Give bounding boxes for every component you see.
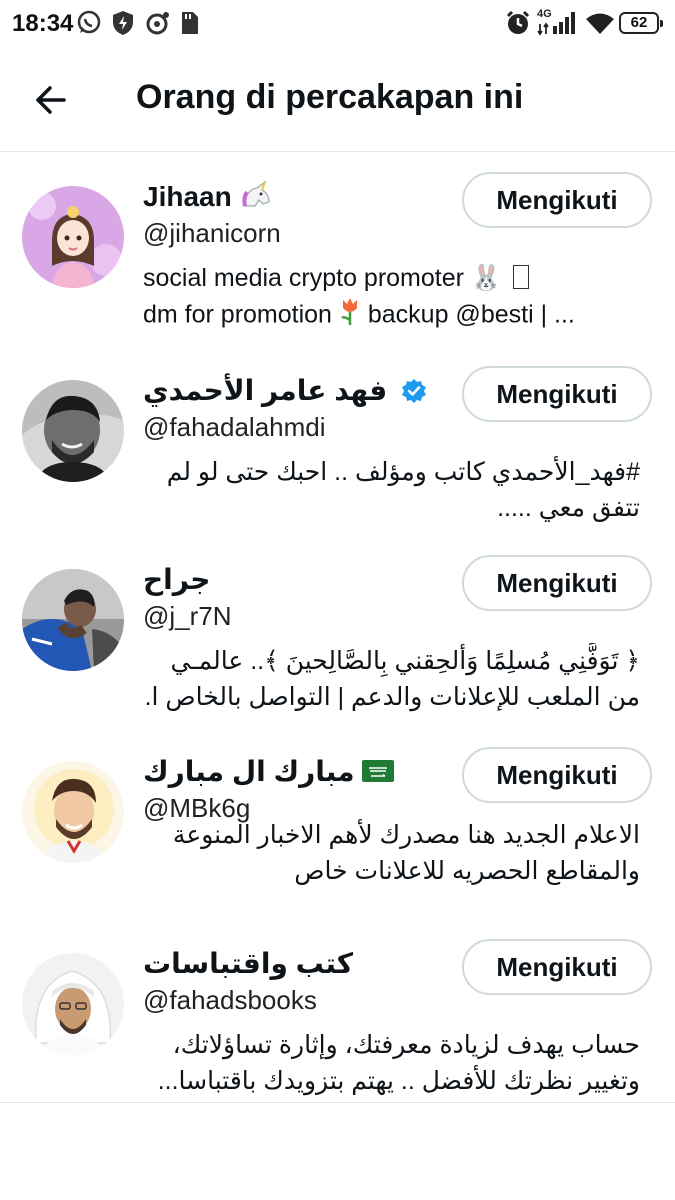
user-handle: @j_r7N [143,601,232,631]
user-name: مبارك ال مبارك [143,755,395,790]
camera-icon [145,10,171,41]
rabbit-emoji-icon: 🐰 [470,264,503,292]
back-button[interactable] [30,80,74,120]
status-bar: 18:34 4G 62 [0,0,675,48]
user-bio: حساب يهدف لزيادة معرفتك، وإثارة تساؤلاتك… [143,1027,640,1099]
avatar[interactable] [22,186,124,288]
following-button[interactable]: Mengikuti [462,555,652,611]
following-button[interactable]: Mengikuti [462,172,652,228]
saudi-flag-emoji-icon [362,758,395,790]
user-name-text: Jihaan [143,180,232,212]
bio-line: social media crypto promoter [143,264,464,292]
wifi-icon [585,12,615,41]
user-name: جراح [143,564,211,595]
network-type: 4G [537,8,552,20]
user-bio: ﴿ تَوَفَّنِي مُسلِمًا وَأَلحِقني بِالصَّ… [143,643,640,715]
user-row[interactable]: جراح @j_r7N ﴿ تَوَفَّنِي مُسلِمًا وَأَلح… [0,553,675,743]
user-bio: social media crypto promoter 🐰 dm for pr… [143,260,643,336]
status-time: 18:34 [12,10,74,37]
following-button[interactable]: Mengikuti [462,747,652,803]
verified-badge-icon [401,378,427,411]
user-name: فهد عامر الأحمدي [143,374,427,411]
user-bio: الاعلام الجديد هنا مصدرك لأهم الاخبار ال… [143,817,640,889]
user-name: Jihaan [143,180,273,217]
avatar[interactable] [22,569,124,671]
signal-icon: 4G [537,8,579,41]
following-button[interactable]: Mengikuti [462,939,652,995]
tulip-emoji-icon [339,296,361,336]
bio-line: وتغيير نظرتك للأفضل .. يهتم بتزويدك باقت… [157,1067,640,1095]
bio-line: الاعلام الجديد هنا مصدرك لأهم الاخبار ال… [172,821,640,849]
bio-line: ﴿ تَوَفَّنِي مُسلِمًا وَأَلحِقني بِالصَّ… [170,647,641,675]
user-bio: #فهد_الأحمدي كاتب ومؤلف .. احبك حتى لو ل… [143,454,640,526]
missing-glyph-icon [513,265,530,289]
battery-icon: 62 [619,12,663,34]
bio-line: من الملعب للإعلانات والدعم | التواصل بال… [143,683,640,711]
page-title: Orang di percakapan ini [136,78,524,116]
alarm-icon [505,10,531,41]
user-name: كتب واقتباسات [143,948,354,979]
bio-line: حساب يهدف لزيادة معرفتك، وإثارة تساؤلاتك… [172,1031,640,1059]
bio-line: backup @besti | ... [367,300,575,329]
whatsapp-icon [76,10,102,41]
shield-icon [111,10,135,41]
following-button[interactable]: Mengikuti [462,366,652,422]
battery-level: 62 [630,14,648,31]
user-row[interactable]: فهد عامر الأحمدي @fahadalahmdi #فهد_الأح… [0,364,675,554]
bio-line: #فهد_الأحمدي كاتب ومؤلف .. احبك حتى لو ل… [166,458,640,486]
user-row[interactable]: كتب واقتباسات @fahadsbooks حساب يهدف لزي… [0,937,675,1127]
bio-line: تتفق معي ..... [497,494,640,522]
user-name-text: مبارك ال مبارك [143,756,355,787]
arrow-left-icon [36,86,66,114]
bio-line: والمقاطع الحصريه للاعلانات خاص [294,857,640,885]
user-row[interactable]: Jihaan @jihanicorn social media crypto p… [0,170,675,360]
unicorn-emoji-icon [239,180,273,217]
bio-line: dm for promotion [143,300,332,329]
user-handle: @fahadsbooks [143,985,317,1015]
user-row[interactable]: مبارك ال مبارك @MBk6g الاعلام الجديد هنا… [0,745,675,935]
user-handle: @jihanicorn [143,218,281,248]
list-end-divider [0,1102,675,1103]
avatar[interactable] [22,953,124,1055]
sd-card-icon [180,10,200,41]
avatar[interactable] [22,761,124,863]
user-handle: @fahadalahmdi [143,412,326,442]
avatar[interactable] [22,380,124,482]
page-header: Orang di percakapan ini [0,48,675,152]
user-name-text: فهد عامر الأحمدي [143,375,388,406]
